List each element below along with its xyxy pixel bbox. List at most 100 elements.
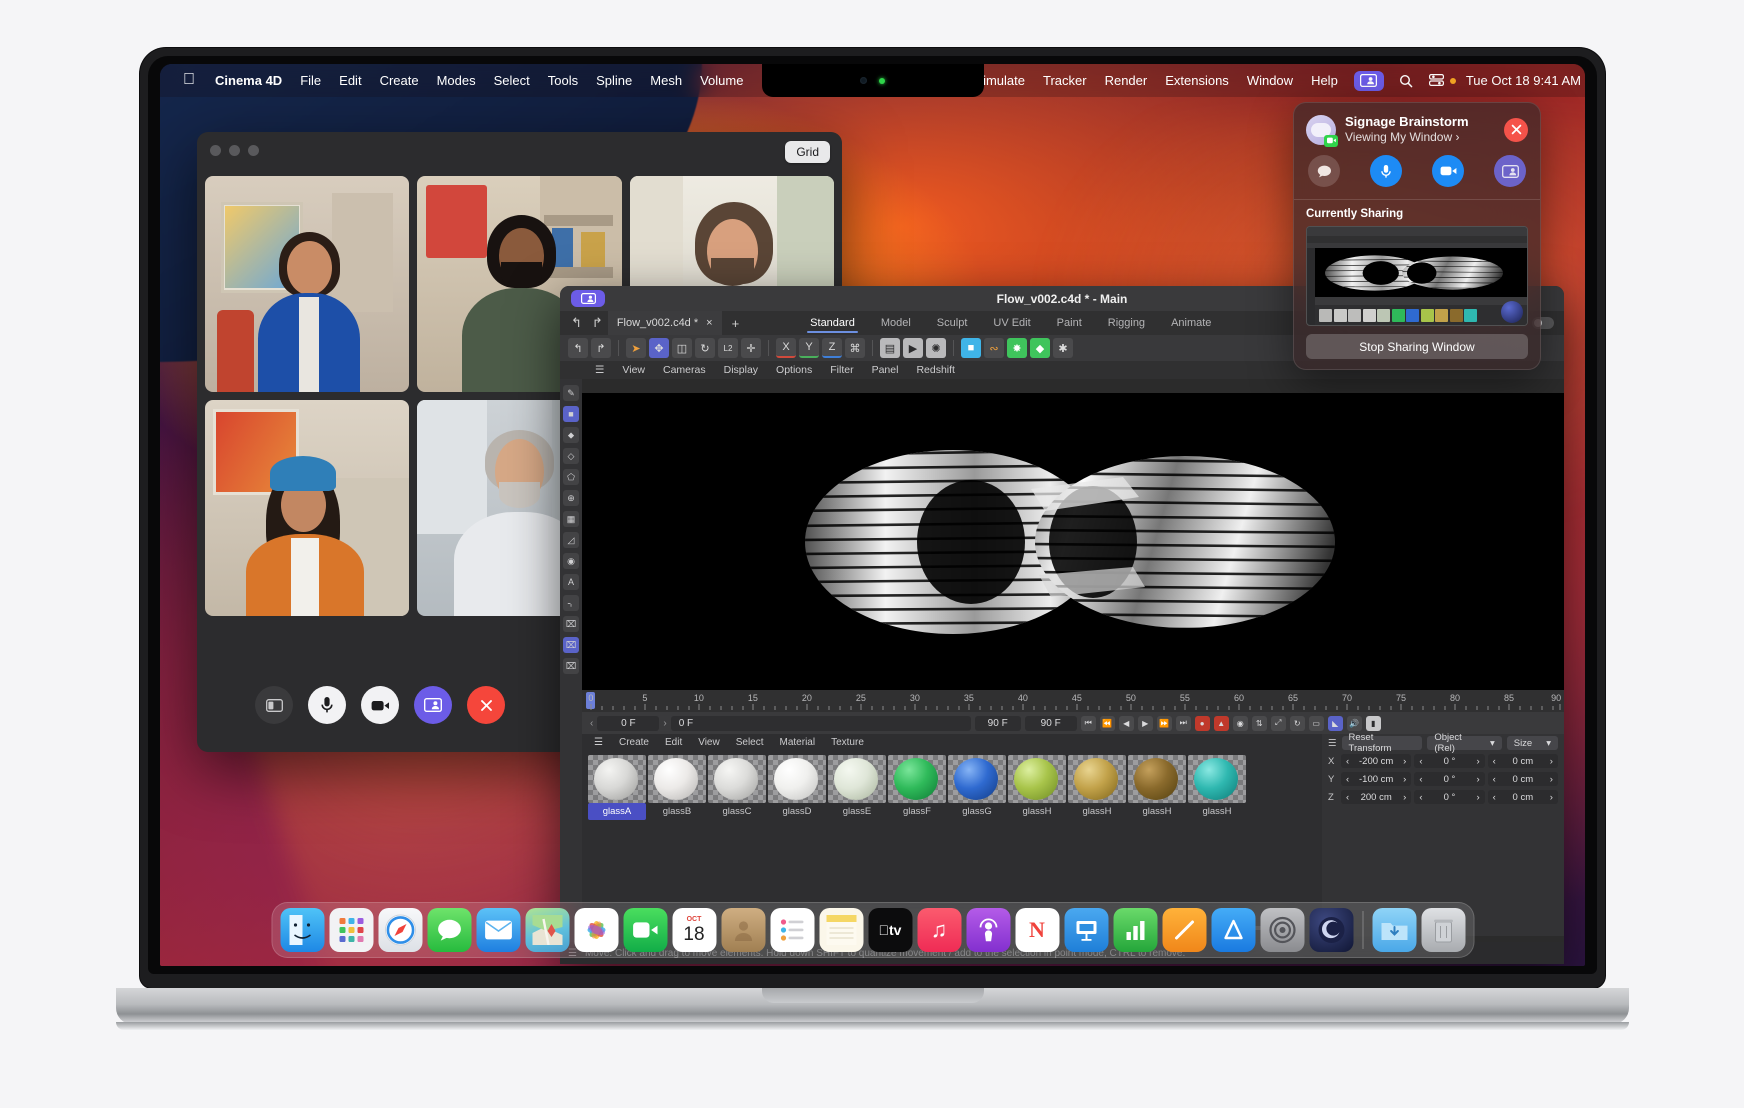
- reset-transform-button[interactable]: Reset Transform: [1341, 732, 1423, 754]
- autokeying-button[interactable]: ▲: [1213, 715, 1229, 731]
- layout-tab-model[interactable]: Model: [868, 311, 924, 335]
- position-x-field[interactable]: ‹ -200 cm ›: [1341, 754, 1412, 768]
- grid-view-button[interactable]: Grid: [785, 141, 830, 163]
- parameter-key-button[interactable]: ▭: [1308, 715, 1324, 731]
- play-button[interactable]: ▶: [1137, 715, 1153, 731]
- material-item[interactable]: glassE: [828, 755, 886, 820]
- position-y-field[interactable]: ‹ -100 cm ›: [1341, 772, 1412, 786]
- cinema4d-window[interactable]: Flow_v002.c4d * - Main ↰ ↱ Flow_v002.c4d…: [560, 286, 1564, 964]
- tool-select[interactable]: ✎: [563, 385, 579, 401]
- close-icon[interactable]: ×: [706, 317, 712, 329]
- rotation-b-field[interactable]: ‹ 0 ° ›: [1414, 790, 1485, 804]
- tool-snap[interactable]: ⌧: [563, 616, 579, 632]
- window-controls[interactable]: [210, 145, 259, 156]
- tool-points[interactable]: ⬥: [563, 427, 579, 443]
- add-generator[interactable]: ✸: [1007, 338, 1027, 358]
- material-item[interactable]: glassG: [948, 755, 1006, 820]
- stepper-left[interactable]: ‹: [1493, 774, 1496, 785]
- call-subtitle[interactable]: Viewing My Window ›: [1345, 130, 1469, 145]
- hamburger-icon[interactable]: ☰: [586, 364, 613, 376]
- dock-item-calendar[interactable]: OCT 18: [672, 908, 716, 952]
- live-selection-tool[interactable]: ➤: [626, 338, 646, 358]
- menu-item-extensions[interactable]: Extensions: [1156, 64, 1238, 97]
- search-icon[interactable]: [1391, 74, 1421, 88]
- dock-item-news[interactable]: N: [1015, 908, 1059, 952]
- menu-item-mesh[interactable]: Mesh: [641, 64, 691, 97]
- dock-item-safari[interactable]: [378, 908, 422, 952]
- dock-item-pages[interactable]: [1162, 908, 1206, 952]
- go-to-start-button[interactable]: ⏮: [1080, 715, 1096, 731]
- menu-item-create[interactable]: Create: [371, 64, 428, 97]
- facetime-sharing-popover[interactable]: Signage Brainstorm Viewing My Window › C…: [1293, 102, 1541, 371]
- menu-item-tracker[interactable]: Tracker: [1034, 64, 1096, 97]
- close-icon[interactable]: [1504, 117, 1528, 142]
- dock-item-facetime[interactable]: [623, 908, 667, 952]
- apple-menu-icon[interactable]: : [172, 71, 206, 88]
- dock-item-finder[interactable]: [280, 908, 324, 952]
- material-item[interactable]: glassH: [1128, 755, 1186, 820]
- step-back-frame-button[interactable]: ◀: [1118, 715, 1134, 731]
- menu-item-window[interactable]: Window: [1238, 64, 1302, 97]
- redo-button[interactable]: ↱: [591, 338, 611, 358]
- tool-magnet[interactable]: ⌍: [563, 595, 579, 611]
- hamburger-icon[interactable]: ☰: [586, 737, 611, 748]
- layout-tab-animate[interactable]: Animate: [1158, 311, 1224, 335]
- dock-item-maps[interactable]: [525, 908, 569, 952]
- material-menu-material[interactable]: Material: [772, 737, 824, 748]
- participant-tile-4[interactable]: [205, 400, 410, 616]
- rotation-h-field[interactable]: ‹ 0 ° ›: [1414, 754, 1485, 768]
- go-to-end-button[interactable]: ⏭: [1175, 715, 1191, 731]
- minimize-button[interactable]: [229, 145, 240, 156]
- dock-item-music[interactable]: ♫: [917, 908, 961, 952]
- video-camera-icon[interactable]: [361, 686, 399, 724]
- stepper-right[interactable]: ›: [1403, 792, 1406, 803]
- dock-item-messages[interactable]: [427, 908, 471, 952]
- stepper-right[interactable]: ›: [1403, 756, 1406, 767]
- size-z-field[interactable]: ‹ 0 cm ›: [1487, 790, 1558, 804]
- dock-item-cinema-4d[interactable]: [1309, 908, 1353, 952]
- layout-tab-sculpt[interactable]: Sculpt: [924, 311, 981, 335]
- material-item[interactable]: glassB: [648, 755, 706, 820]
- dock-item-podcasts[interactable]: [966, 908, 1010, 952]
- viewport-menu-display[interactable]: Display: [715, 364, 767, 376]
- menu-clock[interactable]: Tue Oct 18 9:41 AM: [1462, 73, 1581, 88]
- viewport-menu-view[interactable]: View: [613, 364, 654, 376]
- lock-x-axis[interactable]: X: [776, 338, 796, 358]
- dock-item-photos[interactable]: [574, 908, 618, 952]
- stepper-left[interactable]: ‹: [1419, 756, 1422, 767]
- move-tool[interactable]: ✥: [649, 338, 669, 358]
- menu-item-tools[interactable]: Tools: [539, 64, 587, 97]
- tool-quantize[interactable]: ⌧: [563, 637, 579, 653]
- tool-enable[interactable]: ◉: [563, 553, 579, 569]
- tool-axis[interactable]: ⊕: [563, 490, 579, 506]
- move-all-tool[interactable]: ✛: [741, 338, 761, 358]
- frame-step-fwd-arrow[interactable]: ›: [663, 718, 666, 729]
- point-level-animation-button[interactable]: ◣: [1327, 715, 1343, 731]
- speech-bubble-icon[interactable]: [1308, 155, 1340, 188]
- level-of-detail-slider[interactable]: ▮: [1365, 715, 1381, 731]
- material-menu-edit[interactable]: Edit: [657, 737, 690, 748]
- stepper-left[interactable]: ‹: [1346, 774, 1349, 785]
- tool-edges[interactable]: ◇: [563, 448, 579, 464]
- microphone-icon[interactable]: [1370, 155, 1402, 188]
- render-view[interactable]: ▤: [880, 338, 900, 358]
- render-settings[interactable]: ✺: [926, 338, 946, 358]
- stepper-right[interactable]: ›: [1550, 774, 1553, 785]
- stepper-right[interactable]: ›: [1550, 756, 1553, 767]
- microphone-icon[interactable]: [308, 686, 346, 724]
- keyframe-selection-button[interactable]: ◉: [1232, 715, 1248, 731]
- dock-item-launchpad[interactable]: [329, 908, 373, 952]
- c4d-timeline-ruler[interactable]: 0 5 10 15 20 25 30 35 40 45 50 55 60 65 …: [582, 690, 1564, 712]
- scale-tool[interactable]: ◫: [672, 338, 692, 358]
- stepper-right[interactable]: ›: [1476, 792, 1479, 803]
- dock-item-trash[interactable]: [1421, 908, 1465, 952]
- position-z-field[interactable]: ‹ 200 cm ›: [1341, 790, 1412, 804]
- undo-button[interactable]: ↰: [568, 338, 588, 358]
- stepper-right[interactable]: ›: [1476, 756, 1479, 767]
- tool-workplane-lock[interactable]: ⌧: [563, 658, 579, 674]
- stop-sharing-button[interactable]: Stop Sharing Window: [1306, 334, 1528, 360]
- position-key-button[interactable]: ⇅: [1251, 715, 1267, 731]
- tool-workplane[interactable]: ◿: [563, 532, 579, 548]
- dock-item-contacts[interactable]: [721, 908, 765, 952]
- material-item[interactable]: glassH: [1188, 755, 1246, 820]
